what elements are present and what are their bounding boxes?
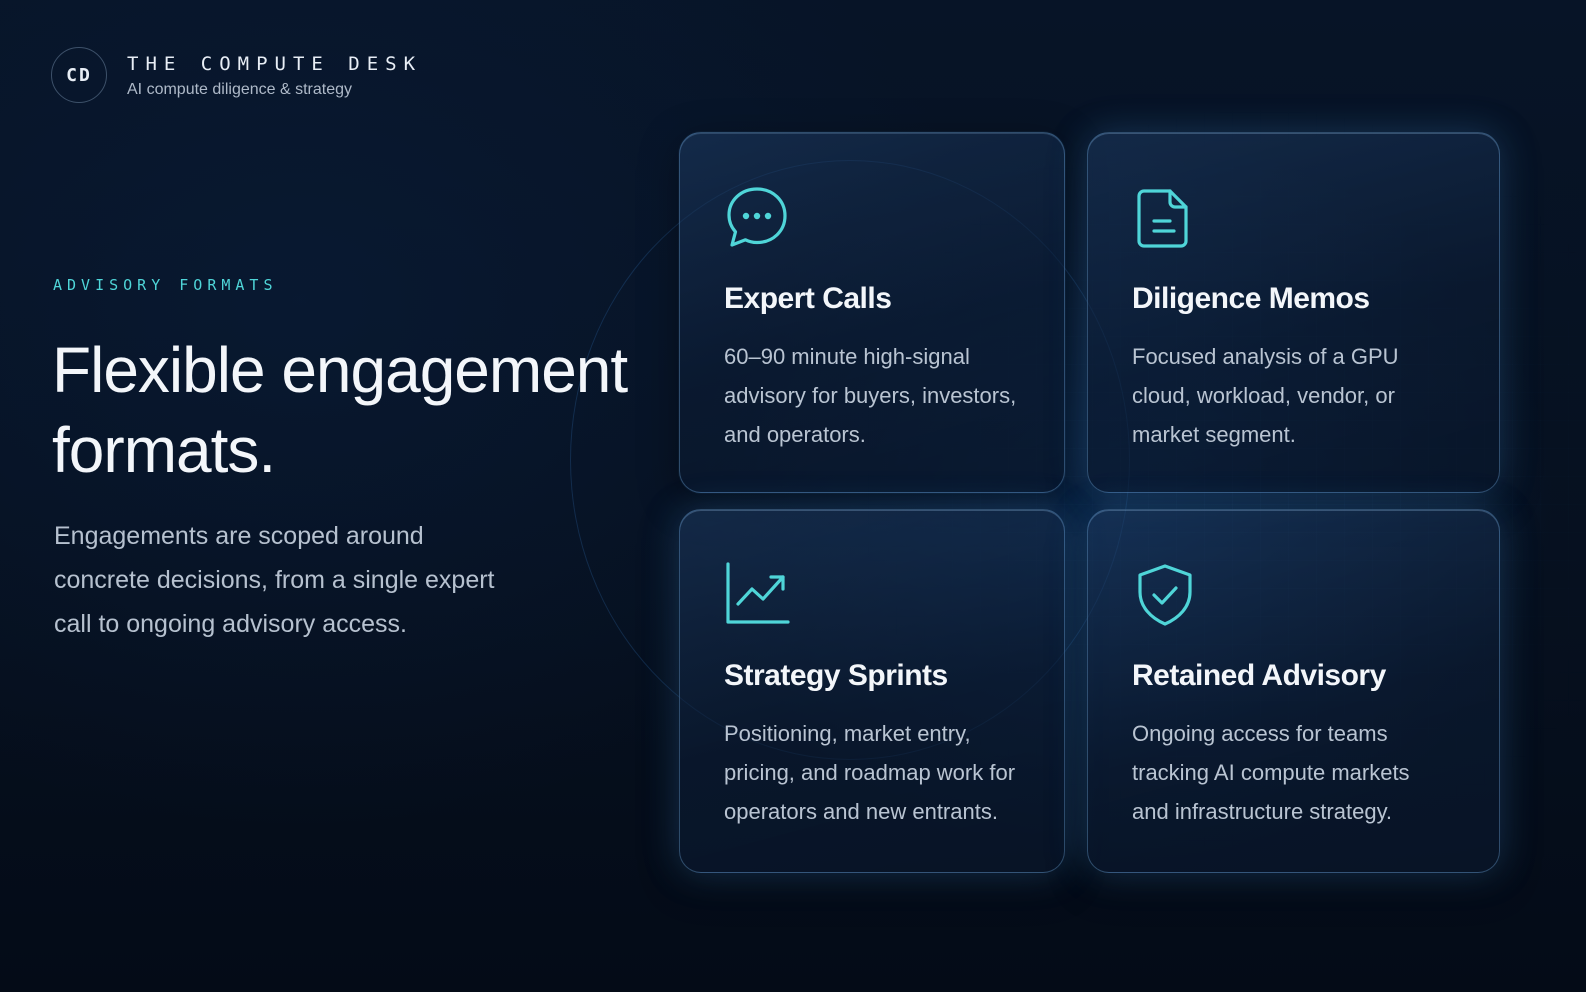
card-retained-advisory[interactable]: Retained Advisory Ongoing access for tea… [1087,509,1500,873]
card-title: Diligence Memos [1132,282,1370,315]
card-title: Retained Advisory [1132,659,1386,692]
trend-chart-icon [724,562,790,628]
card-description: Ongoing access for teams tracking AI com… [1132,721,1410,824]
page: CD THE COMPUTE DESK AI compute diligence… [0,0,1586,992]
chat-bubble-icon [724,185,790,251]
brand-text: THE COMPUTE DESK AI compute diligence & … [127,52,422,99]
brand-tagline: AI compute diligence & strategy [127,80,353,98]
card-strategy-sprints[interactable]: Strategy Sprints Positioning, market ent… [679,509,1065,873]
section-eyebrow: ADVISORY FORMATS [53,276,278,294]
section-description: Engagements are scoped around concrete d… [54,522,495,638]
shield-check-icon [1132,562,1198,628]
card-diligence-memos[interactable]: Diligence Memos Focused analysis of a GP… [1087,132,1500,493]
brand-logo-mark: CD [51,47,107,103]
page-title: Flexible engagement formats. [52,334,628,486]
brand-name: THE COMPUTE DESK [127,52,423,75]
card-title: Strategy Sprints [724,659,948,692]
document-icon [1132,185,1198,251]
card-description: 60–90 minute high-signal advisory for bu… [724,344,1017,447]
card-description: Positioning, market entry, pricing, and … [724,721,1016,824]
card-expert-calls[interactable]: Expert Calls 60–90 minute high-signal ad… [679,132,1065,493]
brand-header[interactable]: CD THE COMPUTE DESK AI compute diligence… [51,47,422,103]
card-description: Focused analysis of a GPU cloud, workloa… [1132,344,1399,447]
card-title: Expert Calls [724,282,892,315]
